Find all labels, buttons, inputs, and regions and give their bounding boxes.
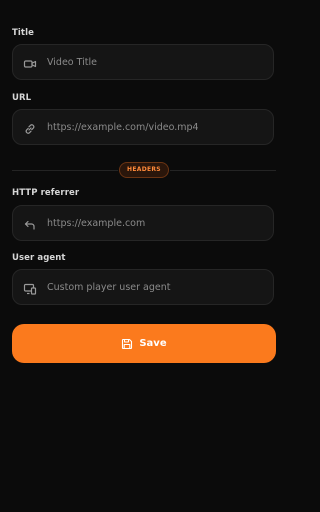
title-field[interactable] — [12, 44, 274, 80]
title-label: Title — [12, 28, 34, 38]
save-button-label: Save — [139, 338, 167, 349]
url-label: URL — [12, 93, 32, 103]
devices-icon — [23, 281, 37, 295]
referrer-input[interactable] — [47, 206, 267, 240]
title-input[interactable] — [47, 45, 267, 79]
referrer-field[interactable] — [12, 205, 274, 241]
save-button[interactable]: Save — [12, 324, 276, 363]
referrer-label: HTTP referrer — [12, 188, 80, 198]
url-field[interactable] — [12, 109, 274, 145]
user-agent-field[interactable] — [12, 269, 274, 305]
return-arrow-icon — [23, 217, 37, 231]
url-input[interactable] — [47, 110, 267, 144]
user-agent-label: User agent — [12, 253, 66, 263]
headers-section-badge: HEADERS — [119, 162, 169, 178]
link-icon — [23, 121, 37, 135]
video-camera-icon — [23, 56, 37, 70]
divider-line-left — [12, 170, 118, 171]
divider-line-right — [170, 170, 276, 171]
floppy-disk-icon — [121, 338, 133, 350]
user-agent-input[interactable] — [47, 270, 267, 304]
